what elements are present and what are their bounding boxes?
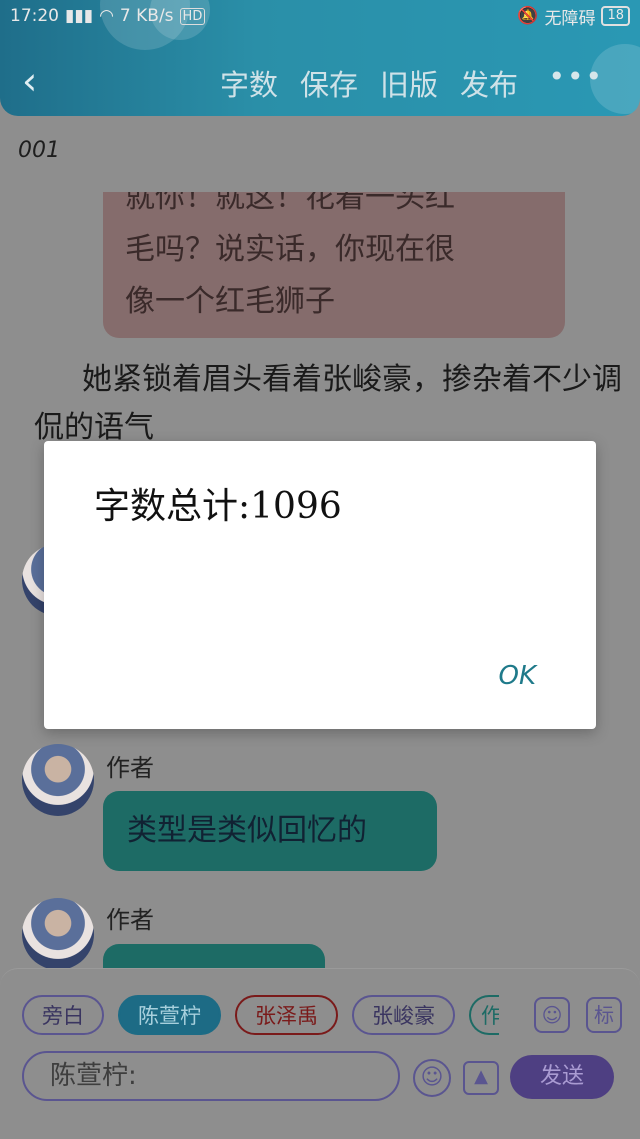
avatar[interactable] <box>22 898 94 968</box>
message-line: 毛吗？说实话，你现在很 <box>125 232 455 267</box>
publish-button[interactable]: 发布 <box>460 62 518 104</box>
author-name: 作者 <box>106 754 154 782</box>
message-line: 就你！就这！花着一头红 <box>125 192 455 215</box>
label-button[interactable]: 标 <box>586 997 622 1033</box>
old-version-button[interactable]: 旧版 <box>380 62 438 104</box>
signal-icon: ▮▮▮ <box>65 6 94 26</box>
accessibility-label: 无障碍 <box>544 8 596 29</box>
avatar[interactable] <box>22 744 94 816</box>
dialog-message: 字数总计:1096 <box>94 486 342 527</box>
mute-bell-icon: 🔕 <box>517 6 539 26</box>
chapter-title: 001 <box>18 138 60 163</box>
chip-zhang-zeyu[interactable]: 张泽禹 <box>235 995 338 1035</box>
message-bubble[interactable]: 类型是类似回忆的 <box>103 791 437 871</box>
person-icon[interactable]: ☺ <box>534 997 570 1033</box>
chip-narrator[interactable]: 旁白 <box>22 995 104 1035</box>
wifi-icon: ◠ <box>99 6 114 26</box>
message-input[interactable]: 陈萱柠: <box>22 1051 400 1101</box>
hd-badge: HD <box>179 7 206 25</box>
toolbar-actions: 字数 保存 旧版 发布 <box>220 62 518 104</box>
word-count-button[interactable]: 字数 <box>220 62 278 104</box>
narration-text[interactable]: 她紧锁着眉头看着张峻豪，掺杂着不少调侃的语气 <box>34 356 624 452</box>
network-speed: 7 KB/s <box>119 6 174 26</box>
message-bubble[interactable] <box>103 944 325 968</box>
status-time: 17:20 <box>10 6 59 26</box>
role-chips: 旁白 陈萱柠 张泽禹 张峻豪 作 <box>22 995 499 1035</box>
chip-chen-xuanning[interactable]: 陈萱柠 <box>118 995 221 1035</box>
image-icon[interactable]: ▲ <box>463 1061 499 1095</box>
emoji-icon[interactable]: ☺ <box>413 1059 451 1097</box>
battery-level: 18 <box>601 6 630 26</box>
send-button[interactable]: 发送 <box>510 1055 614 1099</box>
author-name: 作者 <box>106 906 154 934</box>
save-button[interactable]: 保存 <box>300 62 358 104</box>
message-bubble[interactable]: 就你！就这！花着一头红 毛吗？说实话，你现在很 像一个红毛狮子 <box>103 192 565 338</box>
status-bar: 17:20 ▮▮▮ ◠ 7 KB/s HD 🔕 无障碍 18 <box>0 0 640 32</box>
message-line: 像一个红毛狮子 <box>125 284 335 319</box>
chip-zhang-junhao[interactable]: 张峻豪 <box>352 995 455 1035</box>
back-chevron-icon[interactable]: ‹ <box>22 62 37 100</box>
chip-author[interactable]: 作 <box>469 995 499 1035</box>
ok-button[interactable]: OK <box>498 661 536 691</box>
more-dots-icon[interactable]: ••• <box>548 60 604 93</box>
composer-panel: 旁白 陈萱柠 张泽禹 张峻豪 作 ☺ 标 陈萱柠: ☺ ▲ 发送 <box>0 968 640 1139</box>
word-count-dialog: 字数总计:1096 OK <box>44 441 596 729</box>
